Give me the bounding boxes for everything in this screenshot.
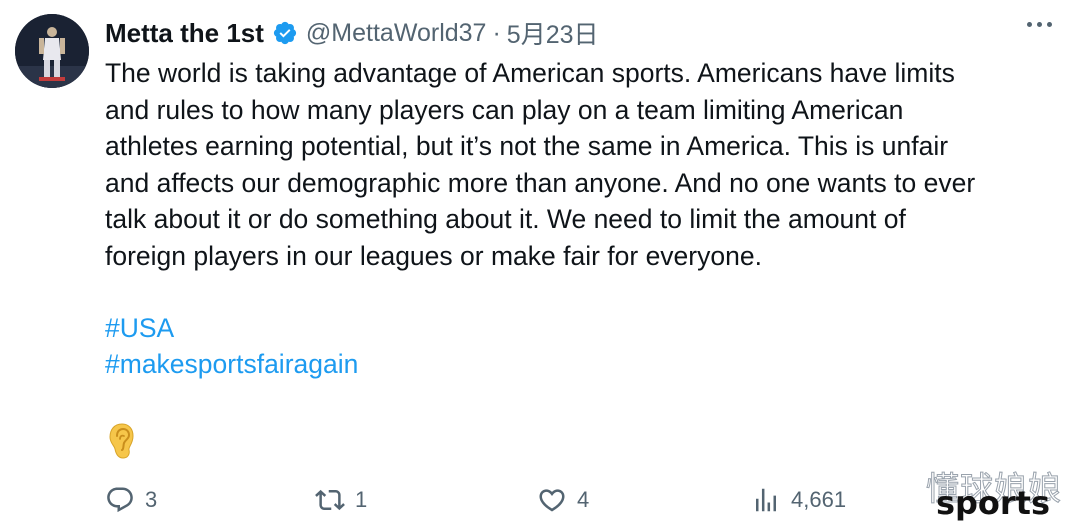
separator-dot: · <box>492 18 501 47</box>
tweet-text-line: and affects our demographic more than an… <box>105 167 976 198</box>
more-options-icon[interactable] <box>1027 22 1052 27</box>
retweet-icon <box>315 485 345 515</box>
views-button[interactable]: 4,661 <box>751 478 846 522</box>
heart-icon <box>537 485 567 515</box>
avatar[interactable] <box>15 14 89 88</box>
tweet-text: The world is taking advantage of America… <box>105 55 1055 274</box>
tweet-text-line: athletes earning potential, but it’s not… <box>105 131 949 161</box>
avatar-image <box>15 14 89 88</box>
tweet-date[interactable]: 5月23日 <box>507 15 599 51</box>
hashtag-link-makesportsfairagain[interactable]: #makesportsfairagain <box>105 349 358 380</box>
user-handle[interactable]: @MettaWorld37 <box>306 19 487 48</box>
tweet-text-line: The world is taking advantage of America… <box>105 58 955 88</box>
tweet-text-line: talk about it or do something about it. … <box>105 204 906 234</box>
retweet-button[interactable]: 1 <box>315 478 367 522</box>
hashtag-link-usa[interactable]: #USA <box>105 313 174 344</box>
views-chart-icon <box>751 485 781 515</box>
ear-emoji <box>108 422 136 460</box>
tweet-actions: 3 1 4 4,661 <box>105 478 885 522</box>
reply-button[interactable]: 3 <box>105 478 157 522</box>
like-button[interactable]: 4 <box>537 478 589 522</box>
tweet: Metta the 1st @MettaWorld37 · 5月23日 The … <box>0 0 1080 532</box>
display-name[interactable]: Metta the 1st <box>105 18 264 49</box>
verified-badge-icon <box>272 20 298 46</box>
retweet-count: 1 <box>355 487 368 512</box>
like-count: 4 <box>577 487 590 512</box>
tweet-header: Metta the 1st @MettaWorld37 · 5月23日 <box>105 14 599 52</box>
reply-icon <box>105 485 135 515</box>
reply-count: 3 <box>145 487 158 512</box>
watermark: 懂球娘娘 sports <box>906 462 1066 524</box>
tweet-text-line: foreign players in our leagues or make f… <box>105 240 762 271</box>
tweet-text-line: and rules to how many players can play o… <box>105 94 904 125</box>
views-count: 4,661 <box>791 487 847 512</box>
watermark-sports-text: sports <box>935 484 1050 522</box>
